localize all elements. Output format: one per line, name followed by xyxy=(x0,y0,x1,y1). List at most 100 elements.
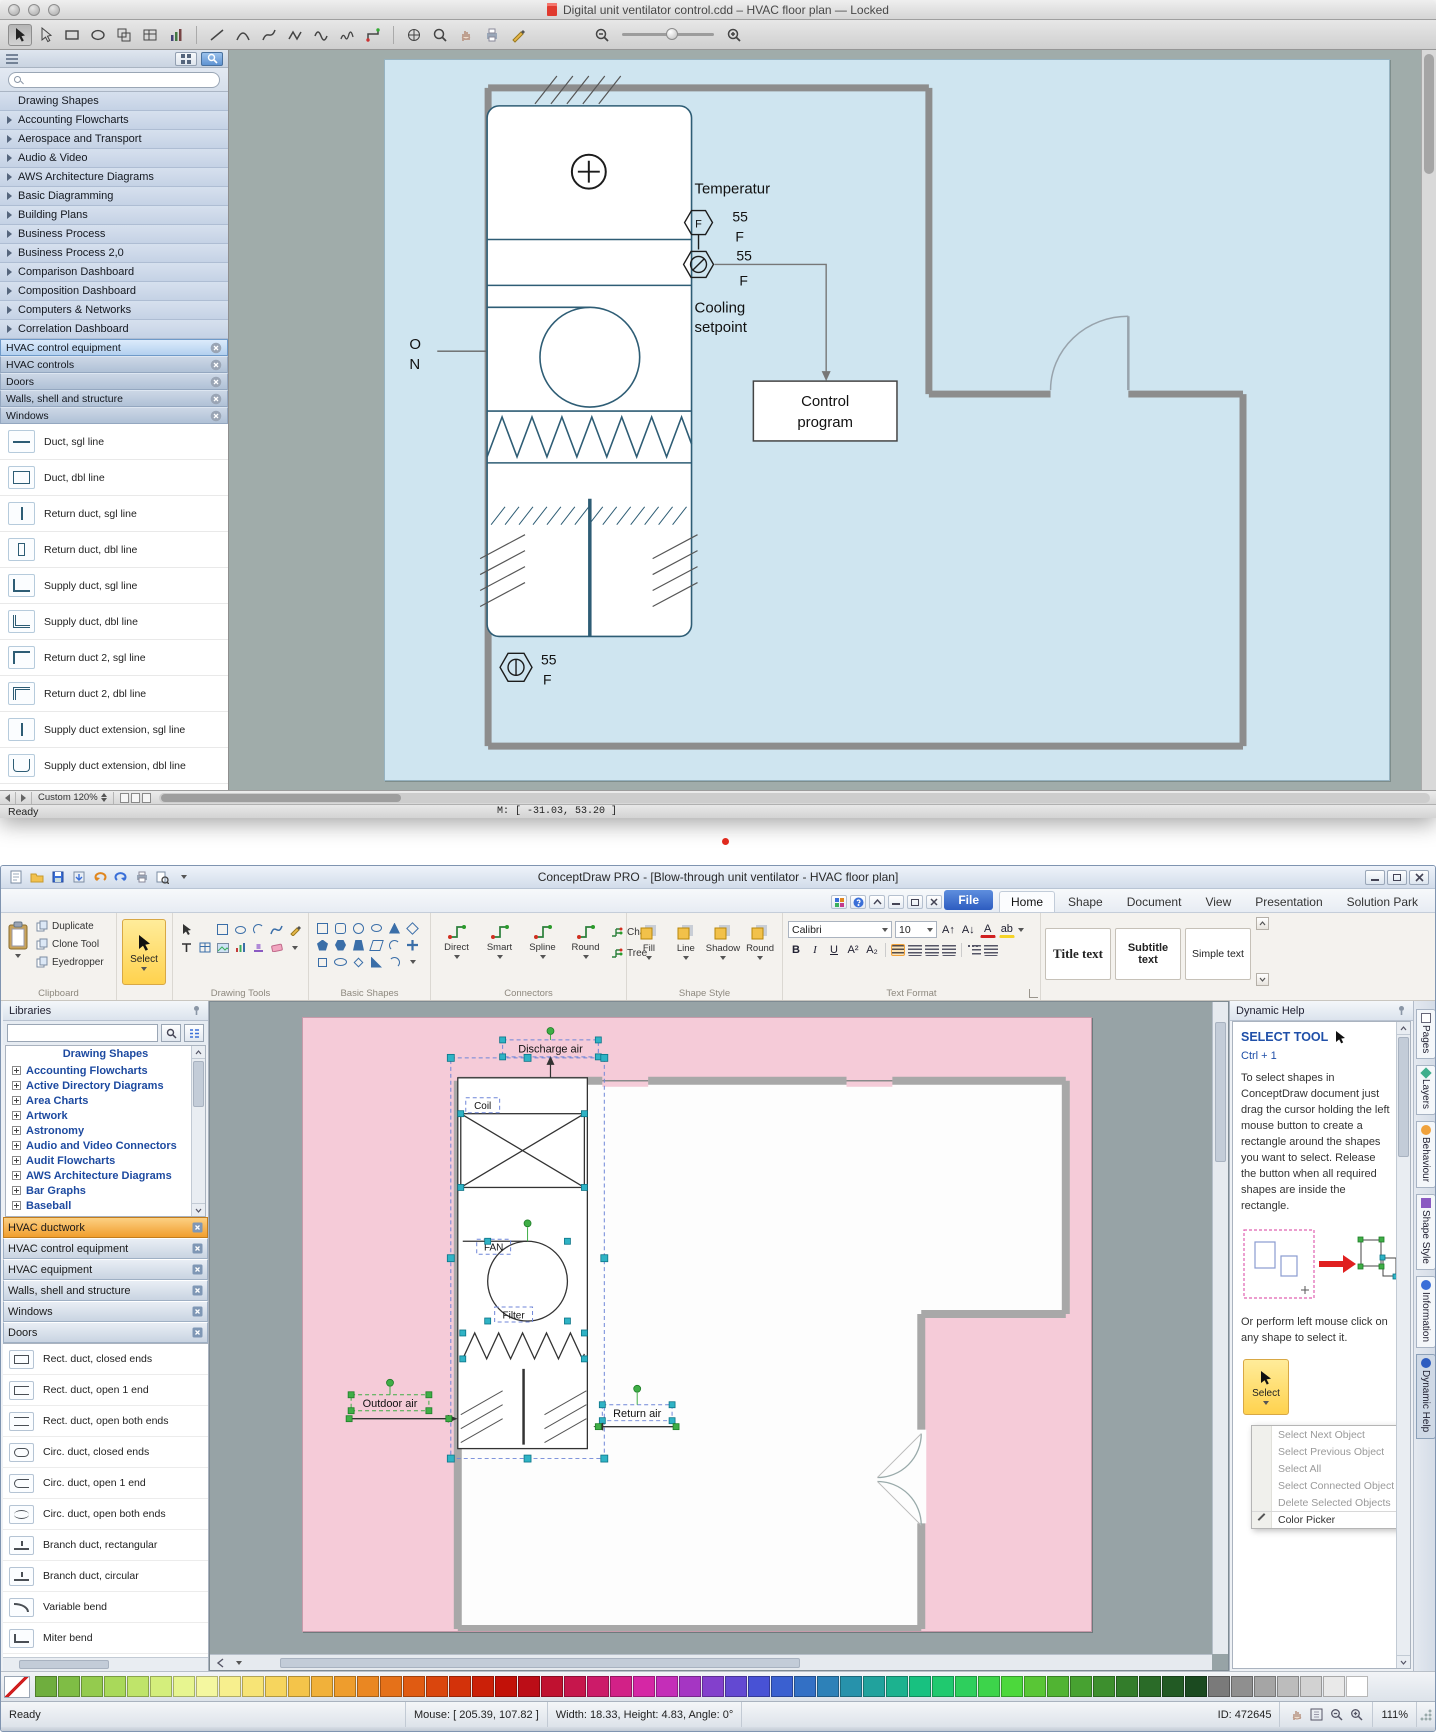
font-color-dropdown-icon[interactable] xyxy=(1018,928,1024,932)
library-section-bar[interactable]: HVAC ductwork xyxy=(3,1217,208,1238)
disclosure-triangle-icon[interactable] xyxy=(7,268,12,276)
page-thumbnail[interactable] xyxy=(142,793,151,803)
clipboard-item[interactable]: Clone Tool xyxy=(36,935,104,953)
shape-style-button[interactable]: Fill xyxy=(632,919,666,971)
side-tab[interactable]: Dynamic Help xyxy=(1416,1354,1436,1438)
library-search-input[interactable] xyxy=(8,72,220,88)
polyline-tool-icon[interactable] xyxy=(283,24,307,46)
color-swatch[interactable] xyxy=(1162,1676,1184,1697)
color-swatch[interactable] xyxy=(35,1676,57,1697)
font-size-select[interactable]: 10 xyxy=(895,921,937,938)
align-justify-button[interactable] xyxy=(942,944,956,956)
close-library-icon[interactable] xyxy=(192,1306,203,1317)
zoom-slider[interactable] xyxy=(622,33,714,36)
color-swatch[interactable] xyxy=(633,1676,655,1697)
scrollbar-thumb[interactable] xyxy=(1398,1037,1409,1157)
draw-eraser-icon[interactable] xyxy=(268,939,285,956)
color-swatch[interactable] xyxy=(1208,1676,1230,1697)
scrollbar-thumb[interactable] xyxy=(1424,54,1434,174)
bold-button[interactable]: B xyxy=(788,942,804,958)
pan-tool-icon[interactable] xyxy=(454,24,478,46)
basic-shape-oval[interactable] xyxy=(332,954,349,970)
close-button[interactable] xyxy=(1409,870,1429,885)
basic-shape-pentagon[interactable] xyxy=(314,937,331,953)
temperature-label[interactable]: Temperatur xyxy=(695,181,771,198)
side-tab[interactable]: Shape Style xyxy=(1416,1194,1436,1270)
bullet-list-button[interactable] xyxy=(967,944,981,956)
color-swatch[interactable] xyxy=(58,1676,80,1697)
color-swatch[interactable] xyxy=(771,1676,793,1697)
basic-shape-parallelogram[interactable] xyxy=(368,937,385,953)
page-dropdown-icon[interactable] xyxy=(236,1661,242,1665)
color-swatch[interactable] xyxy=(587,1676,609,1697)
color-swatch[interactable] xyxy=(1277,1676,1299,1697)
italic-button[interactable]: I xyxy=(807,942,823,958)
category-row[interactable]: Basic Diagramming xyxy=(0,187,228,206)
close-library-icon[interactable] xyxy=(192,1264,203,1275)
color-swatch[interactable] xyxy=(150,1676,172,1697)
win-drawing-page[interactable]: Discharge air Coil FAN xyxy=(302,1017,1092,1632)
basic-shape-rhombus[interactable] xyxy=(350,954,367,970)
cooling-setpoint-line1[interactable]: Cooling xyxy=(695,299,746,316)
subscript-button[interactable]: A₂ xyxy=(864,942,880,958)
color-swatch[interactable] xyxy=(449,1676,471,1697)
color-swatch[interactable] xyxy=(886,1676,908,1697)
menu-item[interactable]: Select All xyxy=(1252,1460,1400,1477)
color-swatch[interactable] xyxy=(1323,1676,1345,1697)
ribbon-scroll-down-icon[interactable] xyxy=(1256,973,1269,986)
help-scrollbar[interactable] xyxy=(1396,1022,1410,1668)
draw-more-icon[interactable] xyxy=(286,939,303,956)
color-swatch[interactable] xyxy=(357,1676,379,1697)
expand-icon[interactable] xyxy=(12,1156,21,1165)
color-swatch[interactable] xyxy=(242,1676,264,1697)
text-style-button[interactable]: Subtitle text xyxy=(1115,928,1181,980)
basic-shape-diamond[interactable] xyxy=(404,920,421,936)
basic-shape-triangle-right[interactable] xyxy=(368,954,385,970)
zoom-stepper-icon[interactable] xyxy=(101,793,107,802)
page-prev-button[interactable] xyxy=(0,792,16,804)
menu-tab[interactable]: View xyxy=(1194,892,1242,912)
theme-grid-icon[interactable] xyxy=(831,895,847,909)
minimize-button[interactable] xyxy=(1365,870,1385,885)
color-swatch[interactable] xyxy=(1024,1676,1046,1697)
basic-shape-rounded-rect[interactable] xyxy=(332,920,349,936)
tree-item[interactable]: Active Directory Diagrams xyxy=(6,1078,205,1093)
group-tool-icon[interactable] xyxy=(112,24,136,46)
horizontal-scrollbar[interactable] xyxy=(159,793,1430,803)
shape-row[interactable]: Rect. duct, open 1 end xyxy=(3,1375,208,1406)
zoom-out-icon[interactable] xyxy=(590,24,614,46)
color-swatch[interactable] xyxy=(426,1676,448,1697)
grid-view-button[interactable] xyxy=(175,52,197,66)
menu-tab[interactable]: Home xyxy=(999,891,1055,912)
color-swatch[interactable] xyxy=(610,1676,632,1697)
category-row[interactable]: Aerospace and Transport xyxy=(0,130,228,149)
mdi-restore-icon[interactable] xyxy=(907,895,923,909)
menu-tab[interactable]: Document xyxy=(1116,892,1193,912)
resize-grip-icon[interactable] xyxy=(1419,1708,1433,1722)
zoom-out-icon[interactable] xyxy=(1328,1707,1344,1723)
draw-pencil-icon[interactable] xyxy=(286,921,303,938)
expand-icon[interactable] xyxy=(12,1081,21,1090)
tree-item[interactable]: Bar Graphs xyxy=(6,1183,205,1198)
color-swatch[interactable] xyxy=(127,1676,149,1697)
color-swatch[interactable] xyxy=(380,1676,402,1697)
expand-icon[interactable] xyxy=(12,1111,21,1120)
scrollbar-thumb[interactable] xyxy=(1215,1022,1226,1162)
category-row[interactable]: AWS Architecture Diagrams xyxy=(0,168,228,187)
color-swatch[interactable] xyxy=(541,1676,563,1697)
tree-item[interactable]: Artwork xyxy=(6,1108,205,1123)
basic-shapes-more[interactable] xyxy=(404,954,421,970)
shape-row[interactable]: Duct, dbl line xyxy=(0,460,228,496)
tree-item[interactable]: Accounting Flowcharts xyxy=(6,1063,205,1078)
draw-text-icon[interactable] xyxy=(178,939,195,956)
mac-canvas[interactable]: Temperatur F 55 F 55 F Cooling setpoint … xyxy=(229,50,1436,790)
connector-button[interactable]: Smart xyxy=(479,919,520,971)
line-tool-icon[interactable] xyxy=(205,24,229,46)
text-style-button[interactable]: Title text xyxy=(1045,928,1111,980)
align-right-button[interactable] xyxy=(925,944,939,956)
shape-row[interactable]: Return duct 2, dbl line xyxy=(0,676,228,712)
scroll-down-icon[interactable] xyxy=(192,1203,205,1216)
color-swatch[interactable] xyxy=(81,1676,103,1697)
shape-row[interactable]: Circ. duct, closed ends xyxy=(3,1437,208,1468)
spline-tool-icon[interactable] xyxy=(309,24,333,46)
